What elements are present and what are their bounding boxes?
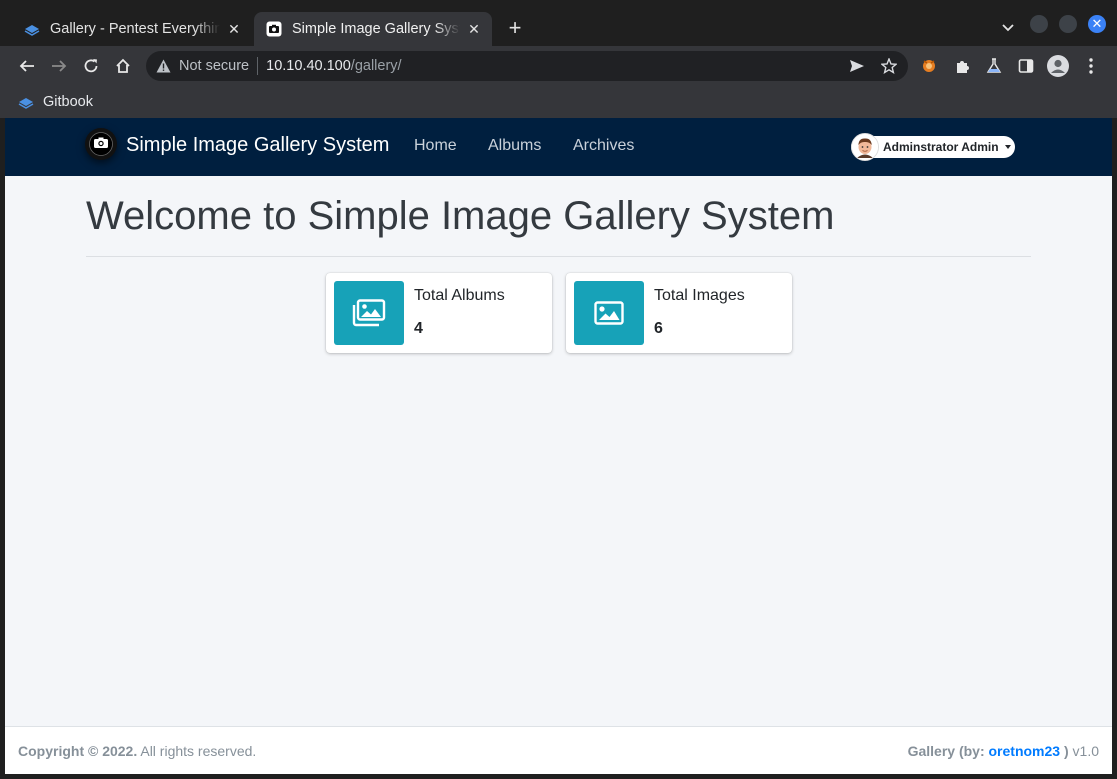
security-label: Not secure <box>179 58 250 74</box>
image-icon <box>574 281 644 345</box>
brand-title[interactable]: Simple Image Gallery System <box>126 134 389 157</box>
bookmarks-bar: Gitbook <box>0 86 1117 118</box>
footer-copyright: Copyright © 2022. All rights reserved. <box>18 743 256 759</box>
tab-title: Simple Image Gallery System <box>292 21 460 37</box>
profile-avatar-icon[interactable] <box>1046 54 1070 78</box>
caret-down-icon <box>1005 145 1011 149</box>
flask-labs-icon[interactable] <box>984 56 1004 76</box>
page-title: Welcome to Simple Image Gallery System <box>86 194 835 238</box>
kebab-menu-icon[interactable] <box>1081 56 1101 76</box>
total-images-card: Total Images 6 <box>566 273 792 353</box>
gitbook-icon <box>24 25 40 36</box>
page-footer: Copyright © 2022. All rights reserved. G… <box>5 726 1112 774</box>
url-path: /gallery/ <box>350 58 402 74</box>
nav-home[interactable]: Home <box>414 137 457 155</box>
puzzle-extensions-icon[interactable] <box>952 56 972 76</box>
images-icon <box>334 281 404 345</box>
rights-text: All rights reserved. <box>140 743 257 759</box>
reload-icon[interactable] <box>79 54 103 78</box>
star-icon[interactable] <box>880 57 898 75</box>
browser-tab-gallery[interactable]: Simple Image Gallery System ✕ <box>254 12 492 46</box>
copyright-text: Copyright © 2022. <box>18 743 138 759</box>
window-close-button[interactable]: ✕ <box>1088 15 1106 33</box>
url-host: 10.10.40.100 <box>266 58 351 74</box>
credit-prefix: Gallery (by: <box>907 743 985 759</box>
gitbook-icon <box>18 98 34 109</box>
address-bar[interactable]: Not secure 10.10.40.100/gallery/ <box>146 51 908 81</box>
footer-credit: Gallery (by: oretnom23 ) v1.0 <box>908 743 1099 759</box>
version-text: v1.0 <box>1072 743 1099 759</box>
home-icon[interactable] <box>111 54 135 78</box>
camera-favicon-icon <box>266 21 282 37</box>
browser-toolbar: Not secure 10.10.40.100/gallery/ <box>0 46 1117 86</box>
address-separator <box>257 57 259 75</box>
tab-title: Gallery - Pentest Everything <box>50 21 220 37</box>
user-dropdown-button[interactable]: Adminstrator Admin <box>851 133 1015 161</box>
bookmark-label: Gitbook <box>43 94 93 110</box>
window-minimize-button[interactable] <box>1030 15 1048 33</box>
nav-archives[interactable]: Archives <box>573 137 634 155</box>
tab-close-icon[interactable]: ✕ <box>466 21 482 37</box>
browser-tabstrip: Gallery - Pentest Everything ✕ Simple Im… <box>0 0 1117 46</box>
warning-icon[interactable] <box>156 58 172 74</box>
stat-label: Total Images <box>654 287 745 304</box>
camera-logo-icon[interactable] <box>85 128 117 160</box>
back-arrow-icon[interactable] <box>15 54 39 78</box>
user-name: Adminstrator Admin <box>883 140 999 154</box>
new-tab-button[interactable]: + <box>504 17 526 40</box>
tab-search-chevron-icon[interactable] <box>998 18 1018 38</box>
bookmark-gitbook[interactable]: Gitbook <box>18 90 93 114</box>
credit-suffix: ) <box>1063 743 1069 759</box>
stat-value: 4 <box>414 320 423 337</box>
send-icon[interactable] <box>848 57 866 75</box>
page-viewport: Simple Image Gallery System Home Albums … <box>5 118 1112 774</box>
stat-label: Total Albums <box>414 287 505 304</box>
forward-arrow-icon[interactable] <box>47 54 71 78</box>
window-maximize-button[interactable] <box>1059 15 1077 33</box>
nav-albums[interactable]: Albums <box>488 137 541 155</box>
top-navbar: Simple Image Gallery System Home Albums … <box>5 118 1112 176</box>
user-avatar <box>851 133 879 161</box>
tab-close-icon[interactable]: ✕ <box>226 21 242 37</box>
side-panel-icon[interactable] <box>1016 56 1036 76</box>
stat-value: 6 <box>654 320 663 337</box>
author-link[interactable]: oretnom23 <box>989 743 1061 759</box>
divider <box>86 256 1031 257</box>
browser-tab-pentest[interactable]: Gallery - Pentest Everything ✕ <box>12 12 252 46</box>
foxyproxy-extension-icon[interactable] <box>919 56 939 76</box>
total-albums-card: Total Albums 4 <box>326 273 552 353</box>
